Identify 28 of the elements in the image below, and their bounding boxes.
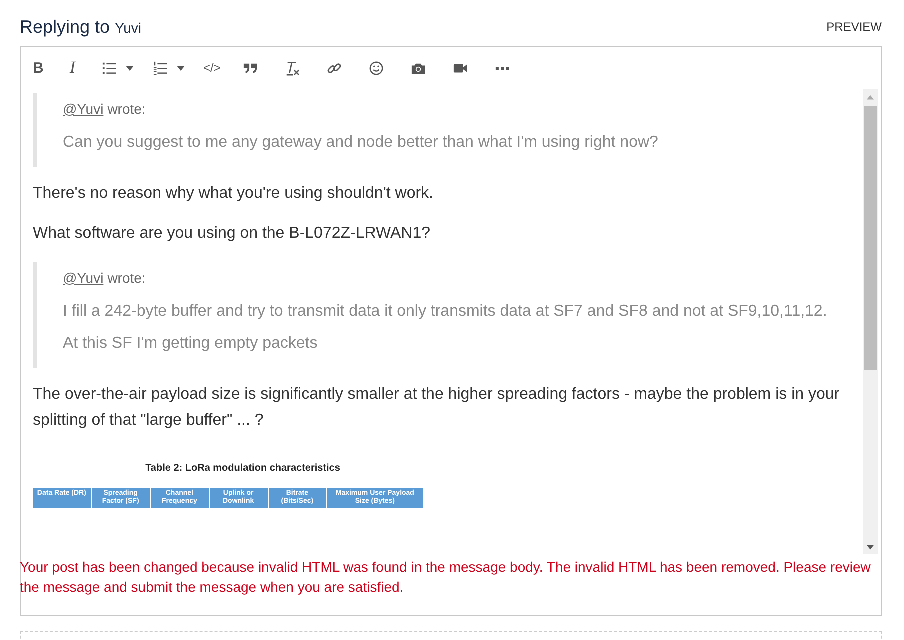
preview-link[interactable]: PREVIEW bbox=[826, 20, 882, 34]
numbered-list-icon[interactable] bbox=[152, 60, 168, 76]
quote-text: Can you suggest to me any gateway and node better than what I'm using right now? bbox=[63, 133, 660, 153]
caret-icon[interactable] bbox=[176, 66, 185, 70]
scroll-down-icon[interactable] bbox=[867, 545, 874, 550]
smiley-icon[interactable] bbox=[368, 60, 384, 76]
scrollbar[interactable] bbox=[863, 89, 878, 554]
error-message: Your post has been changed because invalid HTML was found in the message body. The invalid HTML has been removed. Please review the message and submit the message when you are satisfied. bbox=[20, 558, 872, 598]
clear-formatting-icon[interactable] bbox=[284, 60, 300, 76]
bold-button[interactable]: B bbox=[33, 60, 44, 76]
quote-attribution: wrote: bbox=[108, 270, 146, 286]
caret-icon[interactable] bbox=[126, 66, 134, 70]
reply-user-name: Yuvi bbox=[115, 20, 142, 36]
bulleted-list-icon[interactable] bbox=[102, 60, 117, 76]
quote-text: At this SF I'm getting empty packets bbox=[63, 334, 319, 354]
table-caption: Table 2: LoRa modulation characteristics bbox=[144, 462, 342, 474]
quote-text: I fill a 242-byte buffer and try to transmit data it only transmits data at SF7 and SF8 and not at SF9,10,11,12. bbox=[63, 302, 828, 322]
paragraph: There's no reason why what you're using shouldn't work. bbox=[33, 184, 434, 204]
author-link[interactable]: @Yuvi bbox=[63, 270, 104, 286]
quote-attribution: wrote: bbox=[108, 101, 146, 117]
link-icon[interactable] bbox=[326, 60, 342, 76]
reply-title: Replying to bbox=[20, 16, 110, 38]
paragraph: What software are you using on the B-L072Z-LRWAN1? bbox=[33, 224, 432, 244]
scroll-thumb[interactable] bbox=[864, 106, 877, 370]
italic-button[interactable]: I bbox=[70, 58, 76, 78]
code-button[interactable]: </> bbox=[204, 61, 221, 75]
author-link[interactable]: @Yuvi bbox=[63, 101, 104, 117]
paragraph: The over-the-air payload size is significantly smaller at the higher spreading factors - maybe the problem is in your splitting of that "large buffer" ... ? bbox=[33, 384, 841, 432]
